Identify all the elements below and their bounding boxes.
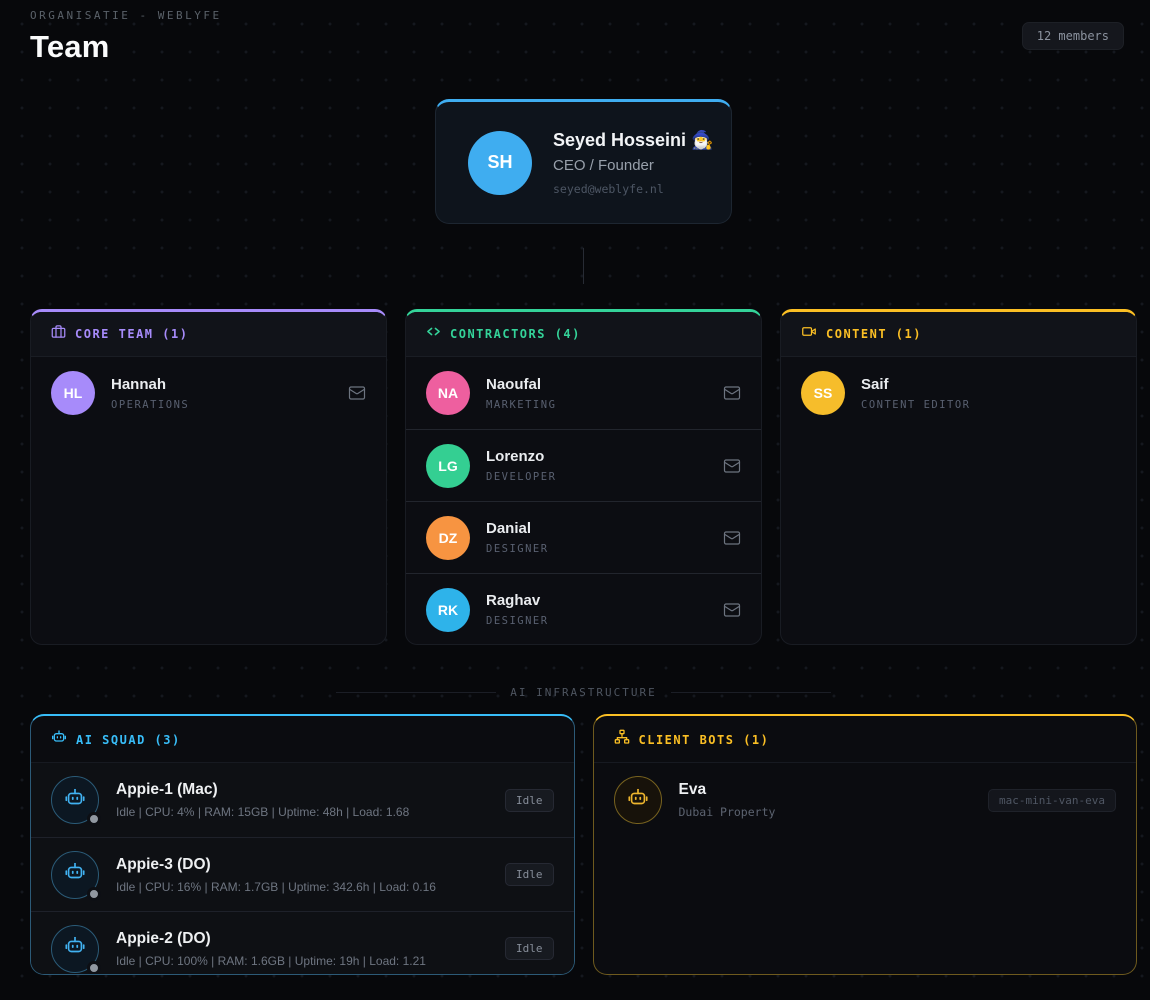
status-badge: Idle xyxy=(505,937,554,960)
member-role: DESIGNER xyxy=(486,615,549,627)
bot-name: Appie-1 (Mac) xyxy=(116,781,409,799)
member-name: Lorenzo xyxy=(486,448,556,465)
avatar: SS xyxy=(801,371,845,415)
member-role: OPERATIONS xyxy=(111,399,189,411)
member-role: DEVELOPER xyxy=(486,471,556,483)
card-header-contractors: CONTRACTORS (4) xyxy=(406,312,761,357)
page: ORGANISATIE - WEBLYFE Team 12 members SH… xyxy=(30,0,1137,975)
bots-grid: AI SQUAD (3) Appie-1 (Mac) Idle | CPU: 4… xyxy=(30,714,1137,975)
bot-row-eva: Eva Dubai Property mac-mini-van-eva xyxy=(594,763,1137,837)
bot-avatar xyxy=(614,776,662,824)
card-client-bots: CLIENT BOTS (1) Eva Dubai Property mac-m… xyxy=(593,714,1138,975)
member-row-hannah: HL Hannah OPERATIONS xyxy=(31,357,386,429)
card-content: CONTENT (1) SS Saif CONTENT EDITOR xyxy=(780,309,1137,645)
avatar: DZ xyxy=(426,516,470,560)
divider-line xyxy=(336,692,496,693)
card-label: CONTRACTORS (4) xyxy=(450,327,581,341)
mail-icon[interactable] xyxy=(723,601,741,619)
bot-name: Appie-3 (DO) xyxy=(116,856,436,874)
avatar: NA xyxy=(426,371,470,415)
mail-icon[interactable] xyxy=(723,384,741,402)
avatar: HL xyxy=(51,371,95,415)
bot-icon xyxy=(627,787,649,814)
ceo-info: Seyed Hosseini 🧙‍♂️ CEO / Founder seyed@… xyxy=(553,130,714,196)
card-label: CLIENT BOTS (1) xyxy=(639,733,770,747)
ceo-card-wrap: SH Seyed Hosseini 🧙‍♂️ CEO / Founder sey… xyxy=(30,99,1137,224)
avatar: SH xyxy=(468,131,532,195)
member-role: DESIGNER xyxy=(486,543,549,555)
briefcase-icon xyxy=(51,324,66,344)
member-name: Hannah xyxy=(111,376,189,393)
bot-name: Appie-2 (DO) xyxy=(116,930,426,948)
ceo-role: CEO / Founder xyxy=(553,157,714,174)
team-grid: CORE TEAM (1) HL Hannah OPERATIONS CONTR… xyxy=(30,309,1137,645)
member-name: Raghav xyxy=(486,592,549,609)
card-label: CORE TEAM (1) xyxy=(75,327,188,341)
bot-row-appie-2: Appie-2 (DO) Idle | CPU: 100% | RAM: 1.6… xyxy=(31,911,574,975)
card-header-core-team: CORE TEAM (1) xyxy=(31,312,386,357)
card-label: CONTENT (1) xyxy=(826,327,922,341)
status-dot xyxy=(87,887,101,901)
member-row-raghav: RK Raghav DESIGNER xyxy=(406,573,761,645)
avatar: LG xyxy=(426,444,470,488)
mail-icon[interactable] xyxy=(723,529,741,547)
member-role: CONTENT EDITOR xyxy=(861,399,971,411)
bot-avatar xyxy=(51,851,99,899)
video-camera-icon xyxy=(801,324,817,344)
member-row-danial: DZ Danial DESIGNER xyxy=(406,501,761,573)
member-name: Danial xyxy=(486,520,549,537)
status-badge: Idle xyxy=(505,863,554,886)
ceo-name: Seyed Hosseini 🧙‍♂️ xyxy=(553,130,714,151)
bot-stats: Dubai Property xyxy=(679,805,776,819)
card-header-client-bots: CLIENT BOTS (1) xyxy=(594,716,1137,763)
card-ai-squad: AI SQUAD (3) Appie-1 (Mac) Idle | CPU: 4… xyxy=(30,714,575,975)
card-label: AI SQUAD (3) xyxy=(76,733,181,747)
org-connector-line xyxy=(583,248,584,284)
code-icon xyxy=(426,324,441,344)
page-title: Team xyxy=(30,29,1137,65)
bot-stats: Idle | CPU: 16% | RAM: 1.7GB | Uptime: 3… xyxy=(116,880,436,894)
network-icon xyxy=(614,729,630,750)
page-header: ORGANISATIE - WEBLYFE Team xyxy=(30,0,1137,65)
bot-name: Eva xyxy=(679,781,776,799)
card-contractors: CONTRACTORS (4) NA Naoufal MARKETING LG … xyxy=(405,309,762,645)
ceo-card: SH Seyed Hosseini 🧙‍♂️ CEO / Founder sey… xyxy=(435,99,732,224)
divider-line xyxy=(671,692,831,693)
mail-icon[interactable] xyxy=(348,384,366,402)
mail-icon[interactable] xyxy=(723,457,741,475)
bot-icon xyxy=(64,935,86,962)
bot-avatar xyxy=(51,776,99,824)
hostname-badge: mac-mini-van-eva xyxy=(988,789,1116,812)
member-name: Naoufal xyxy=(486,376,556,393)
bot-avatar xyxy=(51,925,99,973)
bot-icon xyxy=(64,861,86,888)
bot-row-appie-1: Appie-1 (Mac) Idle | CPU: 4% | RAM: 15GB… xyxy=(31,763,574,837)
members-count-badge: 12 members xyxy=(1022,22,1124,50)
card-header-ai-squad: AI SQUAD (3) xyxy=(31,716,574,763)
bot-stats: Idle | CPU: 100% | RAM: 1.6GB | Uptime: … xyxy=(116,954,426,968)
bot-icon xyxy=(64,787,86,814)
status-dot xyxy=(87,961,101,975)
bot-row-appie-3: Appie-3 (DO) Idle | CPU: 16% | RAM: 1.7G… xyxy=(31,837,574,911)
card-header-content: CONTENT (1) xyxy=(781,312,1136,357)
status-dot xyxy=(87,812,101,826)
ceo-email: seyed@weblyfe.nl xyxy=(553,182,714,196)
member-row-naoufal: NA Naoufal MARKETING xyxy=(406,357,761,429)
status-badge: Idle xyxy=(505,789,554,812)
member-row-saif: SS Saif CONTENT EDITOR xyxy=(781,357,1136,429)
ai-infrastructure-divider: AI INFRASTRUCTURE xyxy=(30,686,1137,699)
divider-label: AI INFRASTRUCTURE xyxy=(510,686,657,699)
card-core-team: CORE TEAM (1) HL Hannah OPERATIONS xyxy=(30,309,387,645)
bot-icon xyxy=(51,729,67,750)
member-role: MARKETING xyxy=(486,399,556,411)
wizard-emoji: 🧙‍♂️ xyxy=(691,130,713,150)
bot-stats: Idle | CPU: 4% | RAM: 15GB | Uptime: 48h… xyxy=(116,805,409,819)
member-name: Saif xyxy=(861,376,971,393)
member-row-lorenzo: LG Lorenzo DEVELOPER xyxy=(406,429,761,501)
breadcrumb: ORGANISATIE - WEBLYFE xyxy=(30,9,1137,22)
avatar: RK xyxy=(426,588,470,632)
